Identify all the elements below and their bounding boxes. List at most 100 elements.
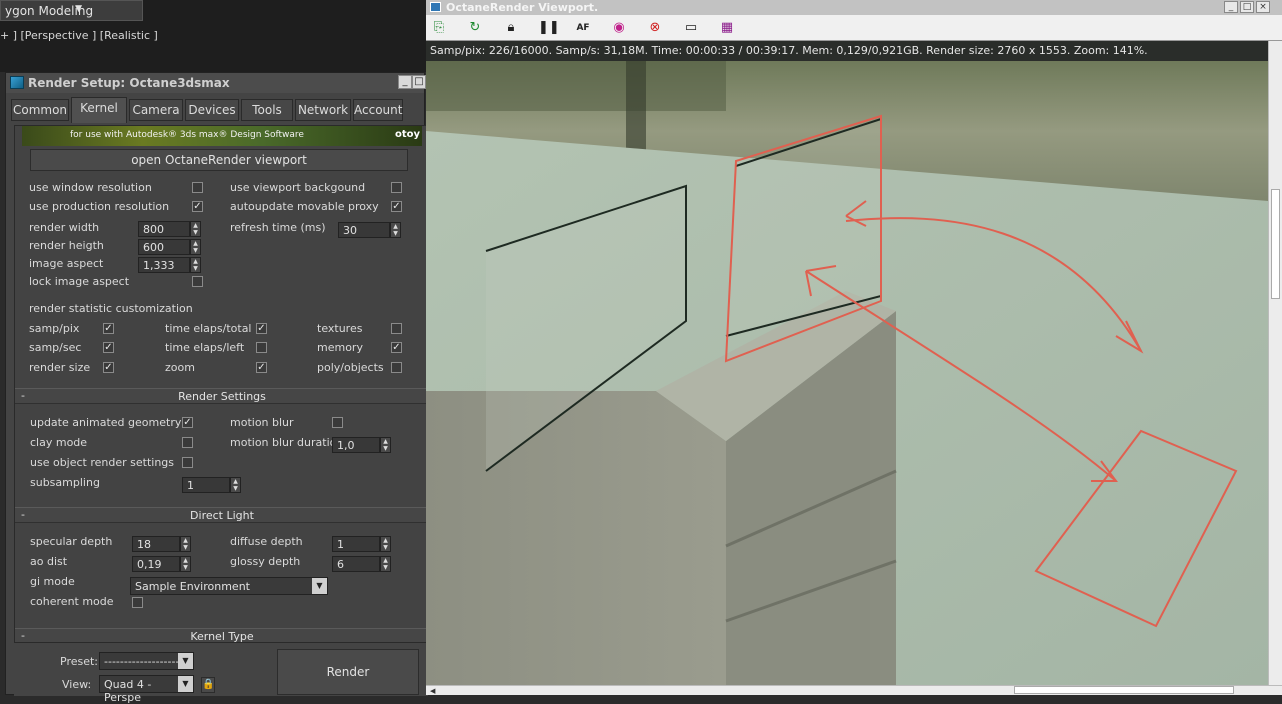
direct-light-rollout[interactable]: - Direct Light xyxy=(15,507,427,523)
refresh-time-spinner[interactable]: 30 ▲ ▼ xyxy=(338,222,401,238)
autofocus-icon[interactable]: AF xyxy=(574,19,592,37)
pause-icon[interactable]: ❚❚ xyxy=(538,19,560,37)
motion-blur-checkbox[interactable] xyxy=(332,417,343,428)
gi-mode-dropdown[interactable]: Sample Environment ▼ xyxy=(130,577,328,595)
viewport-label[interactable]: + ] [Perspective ] [Realistic ] xyxy=(0,29,158,42)
tab-account[interactable]: Account xyxy=(353,99,403,121)
coherent-mode-label: coherent mode xyxy=(30,595,114,608)
vertical-scrollbar[interactable] xyxy=(1268,41,1282,686)
kernel-type-rollout[interactable]: - Kernel Type xyxy=(15,628,427,643)
render-settings-title: Render Settings xyxy=(178,390,266,403)
spinner-arrows-icon[interactable]: ▲ ▼ xyxy=(380,536,391,552)
spinner-arrows-icon[interactable]: ▲ ▼ xyxy=(190,239,201,255)
scroll-left-icon[interactable]: ◀ xyxy=(430,687,435,695)
stat-memory-checkbox[interactable]: ✓ xyxy=(391,342,402,353)
render-button[interactable]: Render xyxy=(277,649,419,695)
stat-render-size-checkbox[interactable]: ✓ xyxy=(103,362,114,373)
stat-zoom-checkbox[interactable]: ✓ xyxy=(256,362,267,373)
app-icon xyxy=(10,76,24,89)
stop-icon[interactable]: ⊗ xyxy=(646,19,664,37)
save-icon[interactable]: ⎘ xyxy=(430,19,448,37)
stat-textures-checkbox[interactable] xyxy=(391,323,402,334)
chevron-down-icon[interactable]: ▼ xyxy=(312,578,327,594)
tab-kernel[interactable]: Kernel xyxy=(71,97,127,123)
tab-devices[interactable]: Devices xyxy=(185,99,239,121)
close-button[interactable]: × xyxy=(1256,1,1270,13)
chevron-down-icon[interactable]: ▼ xyxy=(178,676,193,692)
stat-time-total-checkbox[interactable]: ✓ xyxy=(256,323,267,334)
render-height-spinner[interactable]: 600 ▲ ▼ xyxy=(138,239,201,255)
spinner-arrows-icon[interactable]: ▲ ▼ xyxy=(230,477,241,493)
spinner-arrows-icon[interactable]: ▲ ▼ xyxy=(380,437,391,453)
tab-tools[interactable]: Tools xyxy=(241,99,293,121)
octane-viewport-titlebar[interactable]: OctaneRender Viewport. _ □ × xyxy=(426,0,1282,15)
use-object-render-settings-checkbox[interactable] xyxy=(182,457,193,468)
render-preview[interactable] xyxy=(426,61,1268,685)
preset-label: Preset: xyxy=(60,655,99,668)
stat-memory-label: memory xyxy=(317,341,363,354)
ao-dist-spinner[interactable]: 0,19 ▲ ▼ xyxy=(132,556,191,572)
stat-poly-objects-checkbox[interactable] xyxy=(391,362,402,373)
render-height-value: 600 xyxy=(143,241,164,254)
open-viewport-button[interactable]: open OctaneRender viewport xyxy=(30,149,408,171)
minimize-button[interactable]: _ xyxy=(398,75,412,89)
chevron-down-icon[interactable]: ▼ xyxy=(178,653,193,669)
specular-depth-label: specular depth xyxy=(30,535,113,548)
render-setup-title: Render Setup: Octane3dsmax xyxy=(28,76,230,90)
use-viewport-background-checkbox[interactable] xyxy=(391,182,402,193)
glossy-depth-spinner[interactable]: 6 ▲ ▼ xyxy=(332,556,391,572)
otoy-logo: otoy xyxy=(394,129,420,140)
gi-mode-value: Sample Environment xyxy=(135,580,250,593)
tab-camera[interactable]: Camera xyxy=(129,99,183,121)
minimize-button[interactable]: _ xyxy=(1224,1,1238,13)
use-window-resolution-checkbox[interactable] xyxy=(192,182,203,193)
diffuse-depth-value: 1 xyxy=(337,538,344,551)
render-width-spinner[interactable]: 800 ▲ ▼ xyxy=(138,221,201,237)
spinner-arrows-icon[interactable]: ▲ ▼ xyxy=(180,536,191,552)
motion-blur-duration-spinner[interactable]: 1,0 ▲ ▼ xyxy=(332,437,391,453)
use-window-resolution-label: use window resolution xyxy=(29,181,152,194)
image-aspect-spinner[interactable]: 1,333 ▲ ▼ xyxy=(138,257,201,273)
maximize-button[interactable]: □ xyxy=(412,75,426,89)
render-settings-rollout[interactable]: - Render Settings xyxy=(15,388,427,404)
kernel-type-title: Kernel Type xyxy=(190,630,254,643)
tab-network[interactable]: Network xyxy=(295,99,351,121)
maximize-button[interactable]: □ xyxy=(1240,1,1254,13)
clay-mode-checkbox[interactable] xyxy=(182,437,193,448)
render-setup-titlebar[interactable]: Render Setup: Octane3dsmax _ □ xyxy=(6,73,426,93)
spinner-arrows-icon[interactable]: ▲ ▼ xyxy=(180,556,191,572)
lock-image-aspect-checkbox[interactable] xyxy=(192,276,203,287)
spinner-arrows-icon[interactable]: ▲ ▼ xyxy=(380,556,391,572)
stat-samp-pix-checkbox[interactable]: ✓ xyxy=(103,323,114,334)
spinner-arrows-icon[interactable]: ▲ ▼ xyxy=(390,222,401,238)
film-icon[interactable]: ▦ xyxy=(718,19,736,37)
view-dropdown[interactable]: Quad 4 - Perspe ▼ xyxy=(99,675,194,704)
lock-icon[interactable]: 🔒︎ xyxy=(502,19,520,37)
horizontal-scrollbar[interactable]: ◀ xyxy=(426,685,1282,695)
subsampling-spinner[interactable]: 1 ▲ ▼ xyxy=(182,477,241,493)
update-animated-geometry-checkbox[interactable]: ✓ xyxy=(182,417,193,428)
lock-icon[interactable]: 🔒 xyxy=(201,677,215,693)
tab-common[interactable]: Common xyxy=(11,99,69,121)
stat-samp-sec-checkbox[interactable]: ✓ xyxy=(103,342,114,353)
render-width-label: render width xyxy=(29,221,100,234)
update-animated-geometry-label: update animated geometry xyxy=(30,416,182,429)
preset-dropdown[interactable]: ------------------- ▼ xyxy=(99,652,194,670)
scroll-thumb[interactable] xyxy=(1014,686,1234,694)
use-production-resolution-checkbox[interactable]: ✓ xyxy=(192,201,203,212)
specular-depth-spinner[interactable]: 18 ▲ ▼ xyxy=(132,536,191,552)
stat-time-left-checkbox[interactable] xyxy=(256,342,267,353)
spinner-arrows-icon[interactable]: ▲ ▼ xyxy=(190,221,201,237)
refresh-icon[interactable]: ↻ xyxy=(466,19,484,37)
color-picker-icon[interactable]: ◉ xyxy=(610,19,628,37)
scroll-thumb[interactable] xyxy=(1271,189,1280,299)
ribbon-mode-dropdown[interactable]: ygon Modeling ▼ xyxy=(0,0,143,21)
monitor-icon[interactable]: ▭ xyxy=(682,19,700,37)
spinner-arrows-icon[interactable]: ▲ ▼ xyxy=(190,257,201,273)
diffuse-depth-spinner[interactable]: 1 ▲ ▼ xyxy=(332,536,391,552)
diffuse-depth-label: diffuse depth xyxy=(230,535,303,548)
motion-blur-duration-label: motion blur duration xyxy=(230,436,344,449)
coherent-mode-checkbox[interactable] xyxy=(132,597,143,608)
autoupdate-movable-proxy-checkbox[interactable]: ✓ xyxy=(391,201,402,212)
gi-mode-label: gi mode xyxy=(30,575,75,588)
